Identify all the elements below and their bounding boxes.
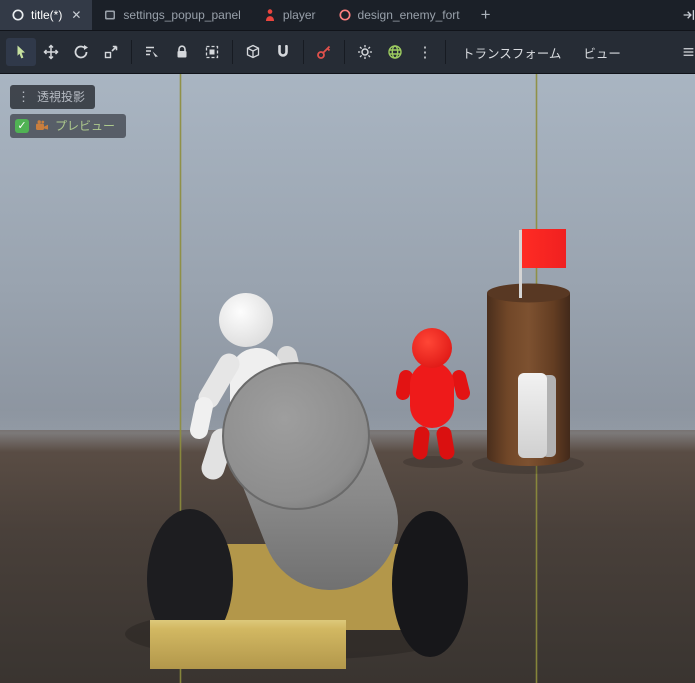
kebab-menu-icon: ⋮ (417, 43, 433, 61)
rotate-tool-button[interactable] (66, 38, 96, 66)
tower-door (518, 373, 547, 458)
lock-icon (177, 45, 187, 58)
transform-menu[interactable]: トランスフォーム (451, 43, 572, 62)
preview-environment-button[interactable] (380, 38, 410, 66)
expand-icon (683, 10, 695, 20)
sun-icon (358, 45, 372, 59)
toolbar-separator (303, 40, 304, 64)
move-icon (43, 44, 59, 60)
group-node-button[interactable] (197, 38, 227, 66)
close-tab-icon[interactable]: ✕ (71, 9, 81, 21)
tab-player[interactable]: player (252, 0, 327, 30)
select-tool-button[interactable] (6, 38, 36, 66)
panel-menu-button[interactable] (682, 31, 695, 73)
panel-node-icon (103, 8, 117, 22)
node-circle-icon (11, 8, 25, 22)
spatial-toolbar: ⋮ トランスフォーム ビュー (0, 30, 695, 74)
flag (522, 229, 566, 268)
animation-key-icon (317, 45, 331, 59)
cannon-wheel-right (392, 511, 468, 657)
projection-menu-button[interactable]: ⋮ 透視投影 (10, 85, 96, 109)
hamburger-icon (683, 48, 694, 56)
character-node-icon (263, 8, 277, 22)
tab-design-enemy-fort[interactable]: design_enemy_fort (327, 0, 471, 30)
toolbar-separator (232, 40, 233, 64)
node3d-circle-icon (338, 8, 352, 22)
local-space-button[interactable] (238, 38, 268, 66)
cannon-muzzle (222, 362, 370, 510)
magnet-icon (278, 45, 288, 57)
viewport-menu-icon: ⋮ (17, 89, 30, 104)
selection-list-button[interactable] (137, 38, 167, 66)
preview-settings-menu-button[interactable]: ⋮ (410, 38, 440, 66)
godot-editor-window: title(*) ✕ settings_popup_panel player d… (0, 0, 695, 683)
tab-settings-popup-panel[interactable]: settings_popup_panel (92, 0, 251, 30)
projection-label: 透視投影 (37, 90, 86, 104)
expand-panel-button[interactable] (682, 0, 695, 30)
tab-label: design_enemy_fort (357, 8, 460, 22)
3d-viewport[interactable]: ⋮ 透視投影 ✓ プレビュー (0, 74, 695, 683)
group-icon (205, 45, 219, 59)
cube-icon (246, 44, 260, 59)
scene-tab-bar: title(*) ✕ settings_popup_panel player d… (0, 0, 695, 30)
toolbar-separator (131, 40, 132, 64)
scale-tool-button[interactable] (96, 38, 126, 66)
add-scene-tab-button[interactable]: + (471, 0, 501, 30)
tab-label: settings_popup_panel (123, 8, 241, 22)
tab-title[interactable]: title(*) ✕ (0, 0, 93, 30)
toolbar-separator (445, 40, 446, 64)
move-tool-button[interactable] (36, 38, 66, 66)
camera-icon (36, 119, 48, 130)
cannon-base (150, 620, 346, 669)
tab-label: title(*) (31, 8, 63, 22)
rotate-icon (74, 45, 88, 59)
lock-node-button[interactable] (167, 38, 197, 66)
snap-toggle-button[interactable] (268, 38, 298, 66)
camera-preview-toggle[interactable]: ✓ プレビュー (10, 114, 127, 138)
view-menu[interactable]: ビュー (572, 43, 632, 62)
preview-checkbox[interactable]: ✓ (15, 118, 29, 133)
environment-globe-icon (388, 45, 402, 59)
preview-label: プレビュー (55, 119, 116, 133)
animation-key-button[interactable] (309, 38, 339, 66)
selection-list-icon (146, 46, 158, 60)
flag-pole (519, 230, 522, 298)
preview-sun-button[interactable] (350, 38, 380, 66)
3d-scene[interactable] (0, 74, 695, 683)
select-arrow-icon (17, 45, 25, 59)
tab-label: player (282, 8, 316, 22)
toolbar-separator (344, 40, 345, 64)
scale-icon (104, 45, 118, 59)
